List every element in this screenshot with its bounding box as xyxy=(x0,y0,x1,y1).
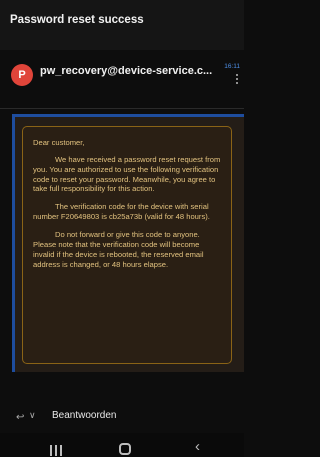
divider xyxy=(0,108,244,109)
chevron-down-icon[interactable]: ∨ xyxy=(29,410,36,421)
body-paragraph: The verification code for the device wit… xyxy=(33,202,210,222)
greeting: Dear customer, xyxy=(33,138,85,147)
more-vertical-icon[interactable] xyxy=(236,74,239,84)
home-icon[interactable] xyxy=(119,443,131,455)
body-paragraph: We have received a password reset reques… xyxy=(33,154,221,194)
message-header[interactable]: P pw_recovery@device-service.c... 16:11 xyxy=(0,52,244,98)
body-paragraph: Do not forward or give this code to anyo… xyxy=(33,230,204,269)
message-time: 16:11 xyxy=(224,63,240,70)
reply-bar xyxy=(0,394,244,430)
back-icon[interactable]: ‹ xyxy=(195,439,200,454)
sender-avatar[interactable]: P xyxy=(11,64,33,86)
sender-address[interactable]: pw_recovery@device-service.c... xyxy=(40,65,220,77)
reply-button[interactable]: Beantwoorden xyxy=(52,410,117,421)
email-subject: Password reset success xyxy=(0,0,244,50)
reply-icon[interactable]: ↩ xyxy=(16,412,24,423)
email-body-notice: Dear customer, We have received a passwo… xyxy=(22,126,232,364)
recent-apps-icon[interactable] xyxy=(50,443,66,456)
